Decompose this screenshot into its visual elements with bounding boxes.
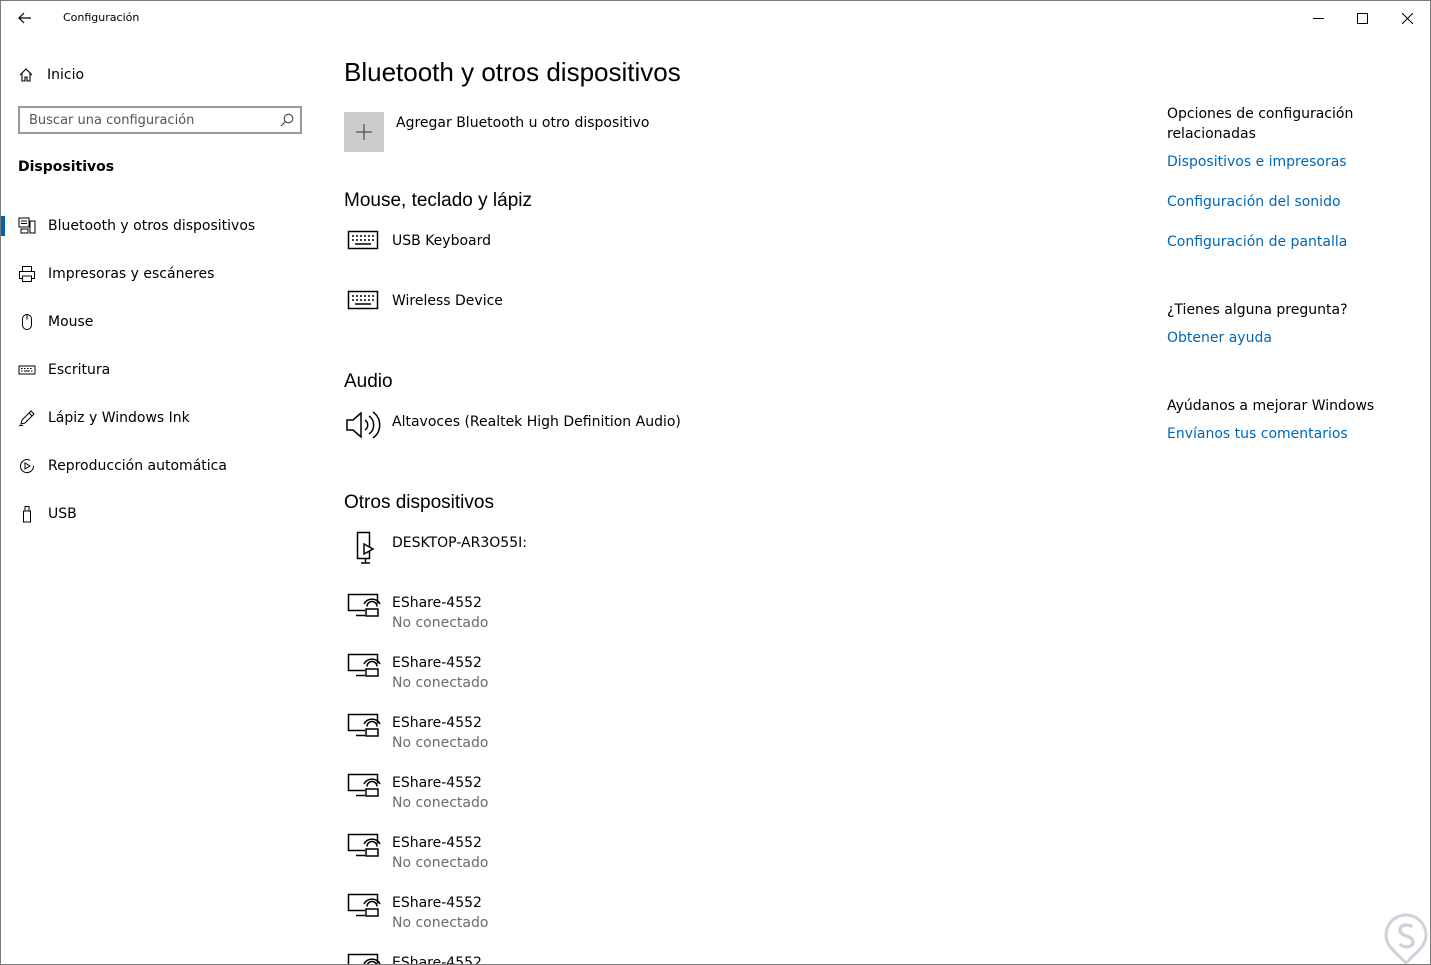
section-heading: Dispositivos bbox=[18, 159, 115, 175]
device-item[interactable]: EShare-4552 bbox=[344, 951, 482, 965]
window-title: Configuración bbox=[63, 11, 140, 24]
page-title: Bluetooth y otros dispositivos bbox=[344, 57, 681, 87]
keyboard-icon bbox=[344, 229, 382, 267]
title-bar: Configuración bbox=[1, 1, 1430, 35]
sidebar-item-label: Reproducción automática bbox=[48, 458, 227, 474]
sidebar-item-printers[interactable]: Impresoras y escáneres bbox=[1, 256, 323, 292]
device-name: Wireless Device bbox=[392, 293, 503, 309]
sidebar-item-label: Impresoras y escáneres bbox=[48, 266, 215, 282]
wireless-display-icon bbox=[344, 711, 382, 749]
device-status: No conectado bbox=[392, 915, 489, 931]
printer-icon bbox=[18, 265, 36, 283]
mouse-icon bbox=[18, 313, 36, 331]
link-sound-settings[interactable]: Configuración del sonido bbox=[1167, 192, 1341, 212]
main-content: Bluetooth y otros dispositivos Agregar B… bbox=[344, 35, 1104, 965]
sidebar-item-label: Bluetooth y otros dispositivos bbox=[48, 218, 256, 234]
autoplay-icon bbox=[18, 457, 36, 475]
sidebar: Inicio Dispositivos Bluetooth y otros di… bbox=[1, 35, 323, 964]
close-icon bbox=[1401, 12, 1413, 24]
back-arrow-icon bbox=[18, 12, 31, 24]
wireless-display-icon bbox=[344, 951, 382, 964]
device-name: USB Keyboard bbox=[392, 233, 491, 249]
improve-heading: Ayúdanos a mejorar Windows bbox=[1167, 398, 1375, 414]
wireless-display-icon bbox=[344, 831, 382, 869]
device-item[interactable]: Wireless Device bbox=[344, 289, 503, 339]
device-item[interactable]: EShare-4552 No conectado bbox=[344, 593, 488, 641]
sidebar-item-bluetooth[interactable]: Bluetooth y otros dispositivos bbox=[1, 208, 323, 244]
device-item[interactable]: USB Keyboard bbox=[344, 229, 491, 279]
wireless-display-icon bbox=[344, 651, 382, 689]
device-status: No conectado bbox=[392, 795, 489, 811]
add-device-label: Agregar Bluetooth u otro dispositivo bbox=[396, 115, 650, 131]
pen-icon bbox=[18, 409, 36, 427]
sidebar-item-label: Lápiz y Windows Ink bbox=[48, 410, 190, 426]
keyboard-icon bbox=[18, 361, 36, 379]
device-status: No conectado bbox=[392, 735, 489, 751]
sidebar-item-label: USB bbox=[48, 506, 77, 522]
question-heading: ¿Tienes alguna pregunta? bbox=[1167, 302, 1348, 318]
device-name: DESKTOP-AR3O55I: bbox=[392, 535, 527, 551]
device-item[interactable]: EShare-4552 No conectado bbox=[344, 713, 488, 761]
device-status: No conectado bbox=[392, 615, 489, 631]
device-item[interactable]: EShare-4552 No conectado bbox=[344, 893, 488, 941]
link-display-settings[interactable]: Configuración de pantalla bbox=[1167, 232, 1347, 252]
search-icon bbox=[280, 113, 294, 127]
add-icon bbox=[344, 112, 384, 152]
link-get-help[interactable]: Obtener ayuda bbox=[1167, 328, 1272, 348]
search-button[interactable] bbox=[274, 113, 300, 127]
device-name: EShare-4552 bbox=[392, 955, 482, 965]
sidebar-item-pen[interactable]: Lápiz y Windows Ink bbox=[1, 400, 323, 436]
search-box bbox=[18, 106, 302, 134]
device-name: EShare-4552 bbox=[392, 775, 482, 791]
watermark-logo-icon bbox=[1384, 913, 1428, 964]
device-status: No conectado bbox=[392, 675, 489, 691]
device-name: EShare-4552 bbox=[392, 715, 482, 731]
home-link[interactable]: Inicio bbox=[18, 65, 84, 85]
link-devices-printers[interactable]: Dispositivos e impresoras bbox=[1167, 152, 1347, 172]
group-heading-other: Otros dispositivos bbox=[344, 492, 494, 513]
device-name: Altavoces (Realtek High Definition Audio… bbox=[392, 414, 681, 430]
group-heading-audio: Audio bbox=[344, 371, 393, 392]
device-name: EShare-4552 bbox=[392, 835, 482, 851]
device-item[interactable]: EShare-4552 No conectado bbox=[344, 773, 488, 821]
related-heading: Opciones de configuración relacionadas bbox=[1167, 106, 1354, 142]
device-item[interactable]: Altavoces (Realtek High Definition Audio… bbox=[344, 410, 681, 460]
sidebar-item-mouse[interactable]: Mouse bbox=[1, 304, 323, 340]
sidebar-item-usb[interactable]: USB bbox=[1, 496, 323, 532]
sidebar-item-label: Mouse bbox=[48, 314, 94, 330]
device-status: No conectado bbox=[392, 855, 489, 871]
search-input[interactable] bbox=[20, 108, 274, 132]
add-device-button[interactable]: Agregar Bluetooth u otro dispositivo bbox=[344, 112, 649, 152]
device-name: EShare-4552 bbox=[392, 595, 482, 611]
minimize-icon bbox=[1312, 17, 1324, 19]
device-item[interactable]: EShare-4552 No conectado bbox=[344, 833, 488, 881]
home-label: Inicio bbox=[47, 67, 85, 83]
wireless-display-icon bbox=[344, 591, 382, 629]
minimize-button[interactable] bbox=[1295, 1, 1341, 35]
sidebar-item-label: Escritura bbox=[48, 362, 111, 378]
device-item[interactable]: DESKTOP-AR3O55I: bbox=[344, 531, 527, 581]
link-send-feedback[interactable]: Envíanos tus comentarios bbox=[1167, 424, 1348, 444]
wireless-display-icon bbox=[344, 891, 382, 929]
device-name: EShare-4552 bbox=[392, 655, 482, 671]
maximize-button[interactable] bbox=[1339, 1, 1385, 35]
device-name: EShare-4552 bbox=[392, 895, 482, 911]
sidebar-item-autoplay[interactable]: Reproducción automática bbox=[1, 448, 323, 484]
maximize-icon bbox=[1356, 12, 1368, 24]
media-device-icon bbox=[344, 531, 382, 569]
close-button[interactable] bbox=[1384, 1, 1430, 35]
bluetooth-devices-icon bbox=[18, 217, 36, 235]
device-item[interactable]: EShare-4552 No conectado bbox=[344, 653, 488, 701]
speaker-icon bbox=[344, 410, 382, 448]
back-button[interactable] bbox=[9, 5, 41, 31]
home-icon bbox=[19, 68, 33, 82]
usb-icon bbox=[18, 505, 36, 523]
keyboard-icon bbox=[344, 289, 382, 327]
sidebar-item-typing[interactable]: Escritura bbox=[1, 352, 323, 388]
group-heading-input: Mouse, teclado y lápiz bbox=[344, 190, 532, 211]
wireless-display-icon bbox=[344, 771, 382, 809]
settings-window: Configuración Inicio Dispositivos Blueto bbox=[0, 0, 1431, 965]
